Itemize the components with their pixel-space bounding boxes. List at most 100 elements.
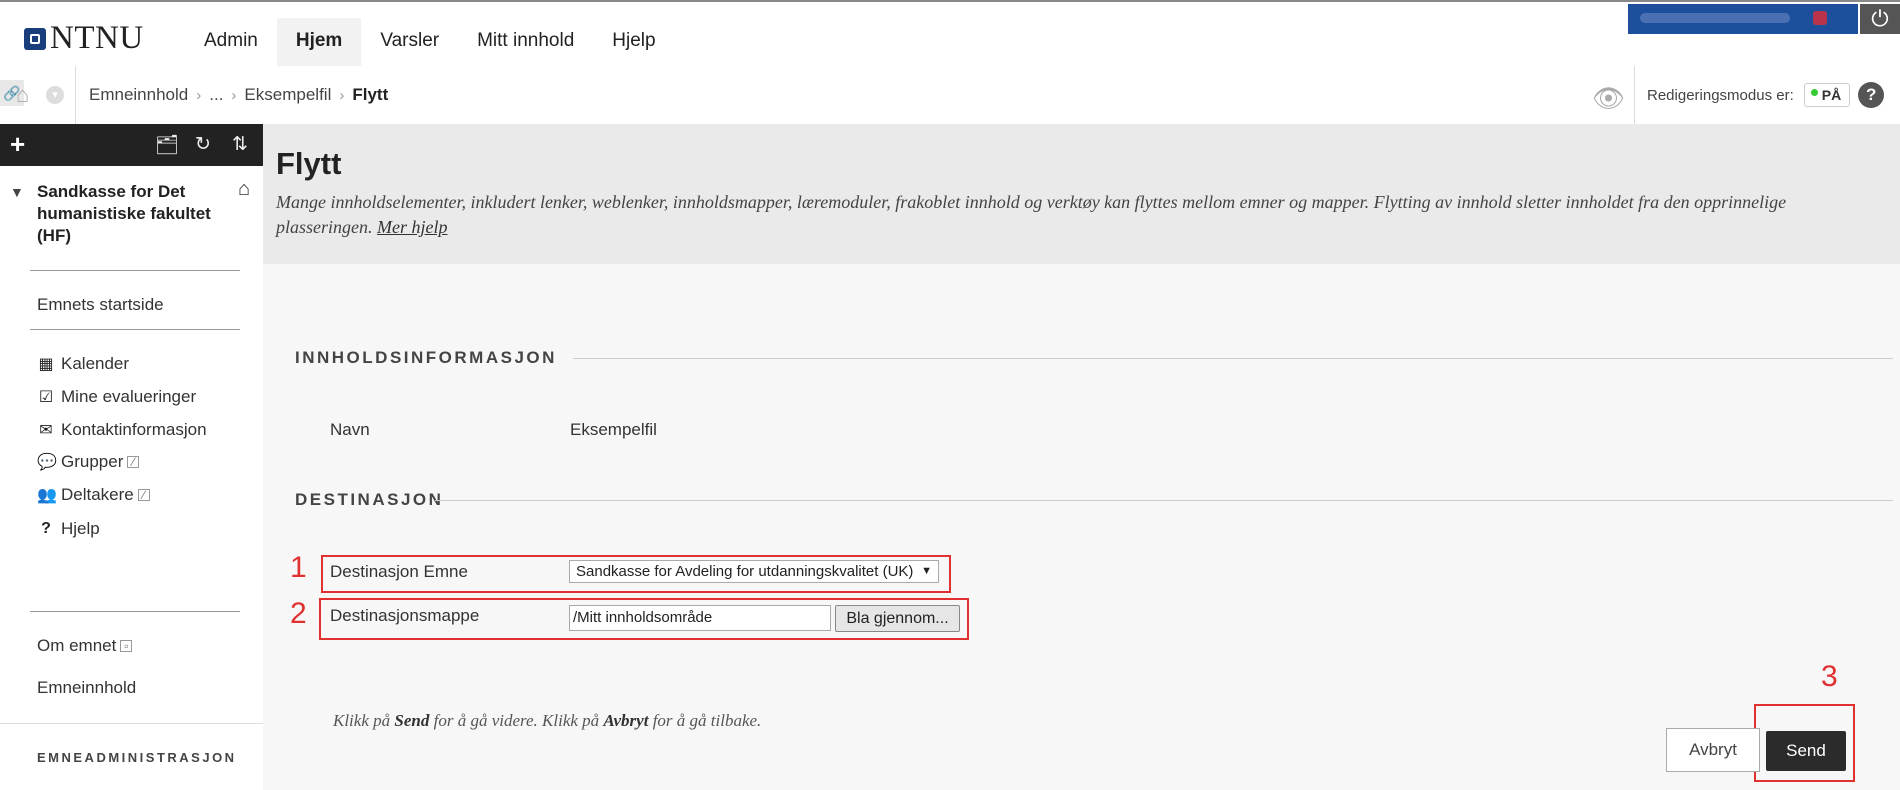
tab-varsler[interactable]: Varsler — [361, 18, 458, 68]
home-icon[interactable]: ⌂ — [16, 82, 29, 108]
instructions-part: for å gå videre. Klikk på — [429, 711, 604, 730]
page-description: Mange innholdselementer, inkludert lenke… — [276, 190, 1886, 240]
sidebar-item-label: Grupper — [61, 452, 124, 471]
dest-course-label: Destinasjon Emne — [330, 562, 468, 581]
add-menu-item-icon[interactable]: + — [10, 129, 25, 160]
instructions-part: for å gå tilbake. — [648, 711, 762, 730]
sidebar-item-kontaktinformasjon[interactable]: ✉ Kontaktinformasjon — [37, 420, 207, 440]
course-menu: + 🗂 ↻ ⇅ ▼ Sandkasse for Det humanistiske… — [0, 124, 263, 790]
sidebar-item-grupper[interactable]: 💬 Grupper ⁄ — [37, 452, 140, 472]
chevron-down-icon[interactable]: ▾ — [46, 86, 64, 104]
student-preview-icon[interactable]: 👁 — [1592, 83, 1625, 114]
dest-course-select[interactable]: Sandkasse for Avdeling for utdanningskva… — [569, 560, 939, 583]
section-title-destination: DESTINASJON — [295, 490, 444, 509]
course-admin-heading[interactable]: EMNEADMINISTRASJON — [37, 750, 237, 765]
breadcrumb-item-emneinnhold[interactable]: Emneinnhold — [89, 85, 188, 105]
divider — [30, 329, 240, 330]
section-divider — [573, 358, 1893, 359]
annotation-number-1: 1 — [290, 551, 307, 584]
empty-content-icon: ▫ — [120, 640, 133, 652]
folder-view-icon[interactable]: 🗂 — [155, 133, 179, 157]
dest-folder-label: Destinasjonsmappe — [330, 606, 480, 625]
dest-folder-value: /Mitt innholdsområde — [573, 609, 713, 626]
logo-mark-icon — [24, 27, 46, 50]
reorder-icon[interactable]: ⇅ — [232, 133, 248, 156]
divider — [30, 611, 240, 612]
refresh-icon[interactable]: ↻ — [195, 133, 211, 156]
main-tabs: Admin Hjem Varsler Mitt innhold Hjelp — [185, 18, 675, 68]
description-text: Mange innholdselementer, inkludert lenke… — [276, 192, 1787, 237]
envelope-icon: ✉ — [39, 422, 53, 439]
logout-button[interactable]: ⏻ — [1860, 4, 1900, 34]
breadcrumb-separator: › — [339, 86, 345, 104]
sidebar-item-label: Kontaktinformasjon — [61, 420, 207, 439]
help-icon[interactable]: ? — [1858, 82, 1885, 108]
name-value: Eksempelfil — [570, 420, 657, 439]
sidebar-item-emneinnhold[interactable]: Emneinnhold — [37, 678, 136, 698]
course-title[interactable]: Sandkasse for Det humanistiske fakultet … — [37, 181, 227, 247]
section-title-info: INNHOLDSINFORMASJON — [295, 348, 557, 367]
sidebar-item-label: Mine evalueringer — [61, 387, 197, 406]
send-button[interactable]: Send — [1766, 731, 1846, 771]
cancel-button[interactable]: Avbryt — [1666, 728, 1760, 772]
sidebar-item-label: Deltakere — [61, 485, 134, 504]
sidebar-item-label: Emnets startside — [37, 295, 164, 314]
question-icon: ? — [41, 520, 51, 537]
dest-course-selected: Sandkasse for Avdeling for utdanningskva… — [576, 563, 914, 580]
sidebar-item-evalueringer[interactable]: ☑ Mine evalueringer — [37, 387, 196, 407]
breadcrumb-icons: 🔗 ⌂ ▾ — [0, 66, 76, 124]
sidebar-item-deltakere[interactable]: 👥 Deltakere ⁄ — [37, 485, 150, 505]
dropdown-arrow-icon: ▼ — [921, 565, 932, 577]
course-menu-toolbar: + 🗂 ↻ ⇅ — [0, 124, 263, 166]
breadcrumb-current: Flytt — [352, 85, 389, 104]
power-icon: ⏻ — [1871, 6, 1889, 31]
ntnu-logo[interactable]: NTNU — [24, 22, 144, 55]
sidebar-item-kalender[interactable]: ▦ Kalender — [37, 354, 129, 374]
instructions-text: Klikk på Send for å gå videre. Klikk på … — [333, 711, 761, 731]
notification-badge — [1813, 11, 1827, 25]
collapse-caret-icon[interactable]: ▼ — [10, 184, 24, 200]
people-icon: 👥 — [37, 487, 57, 504]
sidebar-item-label: Hjelp — [61, 519, 100, 538]
instructions-part: Klikk på — [333, 711, 395, 730]
page-title: Flytt — [276, 146, 342, 181]
hidden-from-students-icon: ⁄ — [137, 489, 150, 501]
user-name-redacted — [1640, 13, 1790, 23]
edit-mode-value: PÅ — [1821, 87, 1842, 103]
sidebar-item-label: Kalender — [61, 354, 130, 373]
dest-folder-input[interactable]: /Mitt innholdsområde — [569, 605, 831, 631]
top-navigation-bar: NTNU Admin Hjem Varsler Mitt innhold Hje… — [0, 0, 1900, 68]
status-indicator-icon — [1810, 88, 1818, 96]
logo-text: NTNU — [50, 20, 144, 56]
chat-bubbles-icon: 💬 — [37, 454, 57, 471]
breadcrumb-separator: › — [231, 86, 237, 104]
name-label: Navn — [330, 420, 370, 439]
user-menu[interactable] — [1628, 4, 1858, 34]
breadcrumb-separator: › — [196, 86, 202, 104]
browse-button[interactable]: Bla gjennom... — [835, 605, 960, 632]
edit-mode-toggle[interactable]: PÅ — [1803, 83, 1851, 107]
sidebar-item-om-emnet[interactable]: Om emnet ▫ — [37, 636, 133, 656]
calendar-icon: ▦ — [38, 356, 54, 373]
sidebar-item-hjelp[interactable]: ? Hjelp — [37, 519, 100, 539]
more-help-link[interactable]: Mer hjelp — [377, 217, 447, 237]
breadcrumb-item-ellipsis[interactable]: ... — [209, 85, 223, 105]
tab-mitt-innhold[interactable]: Mitt innhold — [458, 18, 593, 68]
tab-hjelp[interactable]: Hjelp — [593, 18, 674, 68]
sidebar-item-label: Om emnet — [37, 636, 117, 655]
checkbox-icon: ☑ — [38, 389, 54, 406]
course-home-icon[interactable]: ⌂ — [238, 178, 250, 201]
annotation-number-3: 3 — [1821, 660, 1838, 693]
tab-admin[interactable]: Admin — [185, 18, 277, 68]
section-divider — [435, 500, 1893, 501]
sidebar-item-label: Emneinnhold — [37, 678, 137, 697]
page-header: Flytt Mange innholdselementer, inkludert… — [263, 124, 1900, 264]
tab-hjem[interactable]: Hjem — [276, 18, 362, 68]
breadcrumb-bar: 🔗 ⌂ ▾ Emneinnhold › ... › Eksempelfil › … — [0, 66, 1900, 124]
course-admin-section: EMNEADMINISTRASJON — [0, 723, 263, 790]
sidebar-item-startside[interactable]: Emnets startside — [37, 295, 164, 315]
hidden-from-students-icon: ⁄ — [127, 456, 140, 468]
instructions-cancel: Avbryt — [603, 711, 649, 730]
main-content: Flytt Mange innholdselementer, inkludert… — [263, 124, 1900, 790]
breadcrumb-item-eksempelfil[interactable]: Eksempelfil — [244, 85, 331, 105]
